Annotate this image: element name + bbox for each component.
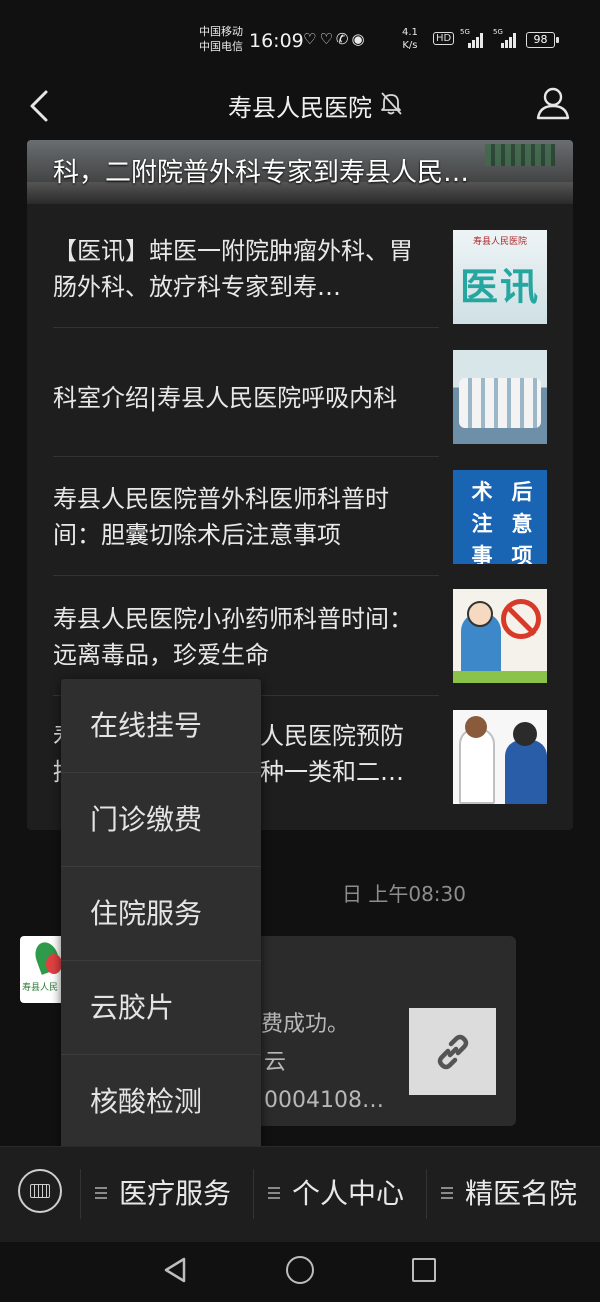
page-title: 寿县人民医院 bbox=[228, 94, 372, 122]
link-thumbnail bbox=[409, 1008, 496, 1095]
article-banner[interactable]: 科，二附院普外科专家到寿县人民… bbox=[27, 140, 573, 204]
thumb-char: 术 bbox=[471, 480, 493, 504]
carrier-labels: 中国移动 中国电信 bbox=[199, 24, 243, 54]
thumb-char: 事 bbox=[471, 544, 493, 564]
thumb-char: 注 bbox=[471, 512, 493, 536]
hearts-icon: ♡♡ bbox=[303, 30, 336, 48]
article-thumbnail bbox=[453, 710, 547, 804]
mute-bell-icon bbox=[381, 92, 402, 115]
popup-menu: 在线挂号 门诊缴费 住院服务 云胶片 核酸检测 bbox=[61, 679, 261, 1149]
nav-back-icon[interactable] bbox=[162, 1256, 190, 1284]
hd-badge: HD bbox=[433, 32, 455, 45]
avatar-text: 寿县人民 bbox=[22, 983, 59, 993]
bottom-menu-bar: 医疗服务 个人中心 精医名院 bbox=[0, 1146, 600, 1243]
article-item[interactable]: 【医讯】蚌医一附院肿瘤外科、胃肠外科、放疗科专家到寿… 寿县人民医院 医讯 bbox=[27, 209, 573, 328]
carrier-1: 中国移动 bbox=[199, 25, 243, 38]
article-title: 【医讯】蚌医一附院肿瘤外科、胃肠外科、放疗科专家到寿… bbox=[53, 236, 413, 301]
nav-recents-icon[interactable] bbox=[412, 1258, 436, 1282]
profile-icon[interactable] bbox=[534, 84, 572, 122]
menu-item-cloud-film[interactable]: 云胶片 bbox=[61, 961, 261, 1055]
thumb-header: 寿县人民医院 bbox=[472, 237, 527, 247]
article-thumbnail bbox=[453, 350, 547, 444]
bottom-menu-medical-service[interactable]: 医疗服务 bbox=[95, 1147, 231, 1243]
article-title: 寿县人民医院小孙药师科普时间：远离毒品，珍爱生命 bbox=[53, 604, 413, 669]
clock: 16:09 bbox=[249, 30, 304, 52]
net-1-label: 5G bbox=[460, 28, 470, 36]
banner-title: 科，二附院普外科专家到寿县人民… bbox=[53, 158, 470, 188]
menu-item-online-registration[interactable]: 在线挂号 bbox=[61, 679, 261, 773]
battery-indicator: 98 bbox=[526, 32, 559, 48]
nav-home-icon[interactable] bbox=[286, 1256, 314, 1284]
system-navigation-bar bbox=[0, 1242, 600, 1302]
menu-icon bbox=[441, 1187, 453, 1199]
article-title: 科室介绍|寿县人民医院呼吸内科 bbox=[53, 383, 398, 412]
speed-value: 4.1 bbox=[402, 27, 418, 38]
net-2-label: 5G bbox=[493, 28, 503, 36]
carrier-2: 中国电信 bbox=[199, 40, 243, 53]
thumb-char: 项 bbox=[511, 544, 533, 564]
bottom-menu-label: 医疗服务 bbox=[119, 1177, 232, 1210]
status-bar: 中国移动 中国电信 16:09 ♡♡✆◉ 4.1 K/s HD 5G 5G 98 bbox=[0, 0, 600, 80]
article-item[interactable]: 科室介绍|寿县人民医院呼吸内科 bbox=[27, 338, 573, 457]
bottom-menu-personal-center[interactable]: 个人中心 bbox=[268, 1147, 404, 1243]
eye-icon: ◉ bbox=[351, 30, 368, 48]
menu-item-inpatient-service[interactable]: 住院服务 bbox=[61, 867, 261, 961]
article-thumbnail: 术 后 注 意 事 项 bbox=[453, 470, 547, 564]
thumb-main: 医讯 bbox=[459, 265, 540, 309]
article-item[interactable]: 寿县人民医院普外科医师科普时间：胆囊切除术后注意事项 术 后 注 意 事 项 bbox=[27, 457, 573, 576]
signal-2-icon: 5G bbox=[493, 28, 516, 48]
menu-item-outpatient-payment[interactable]: 门诊缴费 bbox=[61, 773, 261, 867]
menu-icon bbox=[95, 1187, 107, 1199]
network-speed: 4.1 K/s bbox=[402, 26, 418, 52]
link-icon bbox=[437, 1034, 469, 1070]
article-title: 寿县人民医院普外科医师科普时间：胆囊切除术后注意事项 bbox=[53, 484, 389, 549]
notification-icons: ♡♡✆◉ bbox=[303, 30, 368, 48]
thumb-char: 意 bbox=[511, 512, 533, 536]
keyboard-toggle-icon[interactable] bbox=[18, 1169, 62, 1213]
article-thumbnail bbox=[453, 589, 547, 683]
menu-item-nucleic-acid-test[interactable]: 核酸检测 bbox=[61, 1055, 261, 1148]
speed-unit: K/s bbox=[402, 40, 418, 51]
bottom-menu-label: 精医名院 bbox=[465, 1177, 578, 1210]
bottom-menu-famous-hospitals[interactable]: 精医名院 bbox=[441, 1147, 577, 1243]
top-nav: 寿县人民医院 bbox=[0, 80, 600, 140]
message-icon: ✆ bbox=[335, 30, 352, 48]
thumb-char: 后 bbox=[511, 480, 533, 504]
menu-icon bbox=[268, 1187, 280, 1199]
bottom-menu-label: 个人中心 bbox=[292, 1177, 405, 1210]
signal-1-icon: 5G bbox=[460, 28, 483, 48]
article-thumbnail: 寿县人民医院 医讯 bbox=[453, 230, 547, 324]
